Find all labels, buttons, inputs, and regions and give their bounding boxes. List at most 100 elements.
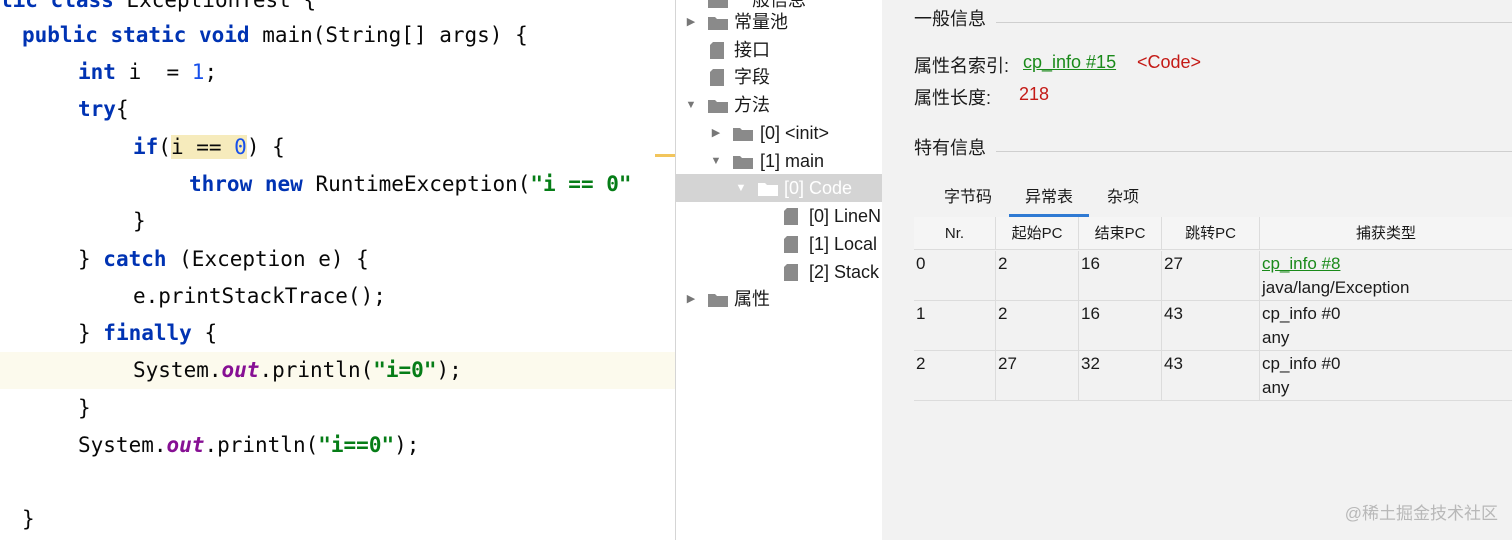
catch-type-name: any	[1262, 378, 1290, 397]
code-line: }	[0, 390, 675, 427]
code-line: }	[0, 501, 675, 538]
cell-text: 16	[1081, 304, 1100, 323]
tree-item-label: [1] Local	[809, 234, 878, 254]
code-line: if(i == 0) {	[0, 129, 675, 166]
attr-length-label: 属性长度:	[914, 88, 992, 108]
column-header-handler-pc[interactable]: 跳转PC	[1162, 217, 1260, 250]
tab-exception-table[interactable]: 异常表	[1009, 180, 1089, 217]
table-row[interactable]: 0 2 16 27 cp_info #8 java/lang/Exception	[914, 251, 1512, 301]
cell-handler-pc: 43	[1162, 301, 1260, 351]
cell-end-pc: 16	[1079, 251, 1162, 301]
collapse-arrow-icon[interactable]: ▼	[734, 174, 748, 202]
code-text: .println(	[259, 358, 374, 382]
code-keyword: try	[78, 97, 116, 121]
cell-text: 2	[916, 354, 926, 373]
attr-length-value: 218	[1019, 84, 1050, 104]
column-header-end-pc[interactable]: 结束PC	[1079, 217, 1162, 250]
expand-arrow-icon[interactable]: ▶	[684, 285, 698, 313]
code-line: }	[0, 203, 675, 240]
file-icon	[710, 69, 724, 86]
cell-catch-type: cp_info #8 java/lang/Exception	[1260, 251, 1512, 301]
cell-nr: 0	[914, 251, 996, 301]
tree-item-stack-map-table[interactable]: [2] Stack	[676, 258, 882, 286]
cell-start-pc: 2	[996, 251, 1079, 301]
tree-item-interfaces[interactable]: 接口	[676, 36, 882, 64]
code-string: "i=0"	[373, 358, 437, 382]
expand-arrow-icon[interactable]: ▶	[709, 119, 723, 147]
tree-item-local-variable-table[interactable]: [1] Local	[676, 230, 882, 258]
table-row[interactable]: 2 27 32 43 cp_info #0 any	[914, 351, 1512, 401]
tab-bytecode[interactable]: 字节码	[936, 180, 1000, 214]
cell-end-pc: 16	[1079, 301, 1162, 351]
tree-item-fields[interactable]: 字段	[676, 63, 882, 91]
attribute-detail-panel: 一般信息 属性名索引: cp_info #15 <Code> 属性长度: 218…	[914, 0, 1512, 540]
attr-name-link[interactable]: cp_info #15	[1023, 52, 1116, 73]
tree-item-methods[interactable]: ▼ 方法	[676, 91, 882, 119]
code-text: e.printStackTrace();	[133, 284, 386, 308]
tab-misc[interactable]: 杂项	[1098, 180, 1148, 214]
file-icon	[784, 264, 798, 281]
expand-arrow-icon[interactable]: ▶	[684, 8, 698, 36]
tree-item-code-selected[interactable]: ▼ [0] Code	[676, 174, 882, 202]
cell-text: 32	[1081, 354, 1100, 373]
code-text: .println(	[204, 433, 319, 457]
code-editor[interactable]: lic class ExceptionTest { public static …	[0, 0, 676, 540]
attr-name-label: 属性名索引:	[914, 56, 1010, 76]
tree-item-label: [0] Code	[784, 178, 853, 198]
tree-item-method-init[interactable]: ▶ [0] <init>	[676, 119, 882, 147]
cell-nr: 2	[914, 351, 996, 401]
code-text: }	[78, 396, 91, 420]
tree-item-attributes[interactable]: ▶ 属性	[676, 285, 882, 313]
tree-item-label: 接口	[734, 40, 770, 60]
scroll-marker	[655, 154, 675, 157]
class-structure-tree[interactable]: 一般信息 ▶ 常量池 接口 字段 ▼ 方法 ▶ [0] <init> ▼ [1]…	[676, 0, 882, 540]
tree-item-constant-pool[interactable]: ▶ 常量池	[676, 8, 882, 36]
folder-icon	[708, 292, 728, 307]
code-text: (Exception e) {	[166, 247, 369, 271]
tree-item-line-number-table[interactable]: [0] LineN	[676, 202, 882, 230]
catch-type-ref: cp_info #0	[1262, 304, 1341, 323]
code-text: }	[22, 507, 35, 531]
cell-handler-pc: 27	[1162, 251, 1260, 301]
code-keyword: if	[133, 135, 159, 159]
code-text: }	[78, 321, 104, 345]
folder-icon	[758, 181, 778, 196]
tree-item-label: 字段	[734, 67, 770, 87]
column-header-start-pc[interactable]: 起始PC	[996, 217, 1079, 250]
code-text: RuntimeException(	[302, 172, 531, 196]
code-line-current: System.out.println("i=0");	[0, 352, 675, 389]
catch-type-link[interactable]: cp_info #8	[1262, 254, 1340, 274]
table-row[interactable]: 1 2 16 43 cp_info #0 any	[914, 301, 1512, 351]
code-keyword: throw new	[189, 172, 303, 196]
code-text: {	[191, 321, 218, 345]
column-header-nr[interactable]: Nr.	[914, 217, 996, 250]
cell-text: 1	[916, 304, 926, 323]
code-field: out	[166, 433, 205, 457]
code-keyword: lic class	[0, 0, 114, 12]
cell-text: 27	[998, 354, 1017, 373]
collapse-arrow-icon[interactable]: ▼	[709, 147, 723, 175]
pane-divider[interactable]	[882, 0, 914, 540]
code-number: 1	[191, 60, 205, 84]
code-number: 0	[234, 135, 247, 159]
tree-item-method-main[interactable]: ▼ [1] main	[676, 147, 882, 175]
tree-item-label: [1] main	[760, 151, 825, 171]
tree-item-label: 属性	[734, 289, 770, 309]
code-line: System.out.println("i==0");	[0, 427, 675, 464]
file-icon	[710, 42, 724, 59]
folder-icon	[708, 15, 728, 30]
code-keyword: finally	[103, 321, 192, 345]
collapse-arrow-icon[interactable]: ▼	[684, 91, 698, 119]
column-header-catch-type[interactable]: 捕获类型	[1260, 217, 1512, 250]
code-text: (	[158, 135, 171, 159]
code-line: int i = 1;	[0, 54, 675, 91]
cell-nr: 1	[914, 301, 996, 351]
folder-icon	[733, 154, 753, 169]
detail-tabs: 字节码 异常表 杂项	[914, 180, 1512, 217]
cell-text: 0	[916, 254, 926, 273]
catch-type-name: java/lang/Exception	[1262, 278, 1410, 297]
tree-item-label: [2] Stack	[809, 262, 880, 282]
attr-name-value: <Code>	[1137, 52, 1202, 72]
cell-handler-pc: 43	[1162, 351, 1260, 401]
cell-catch-type: cp_info #0 any	[1260, 301, 1512, 351]
